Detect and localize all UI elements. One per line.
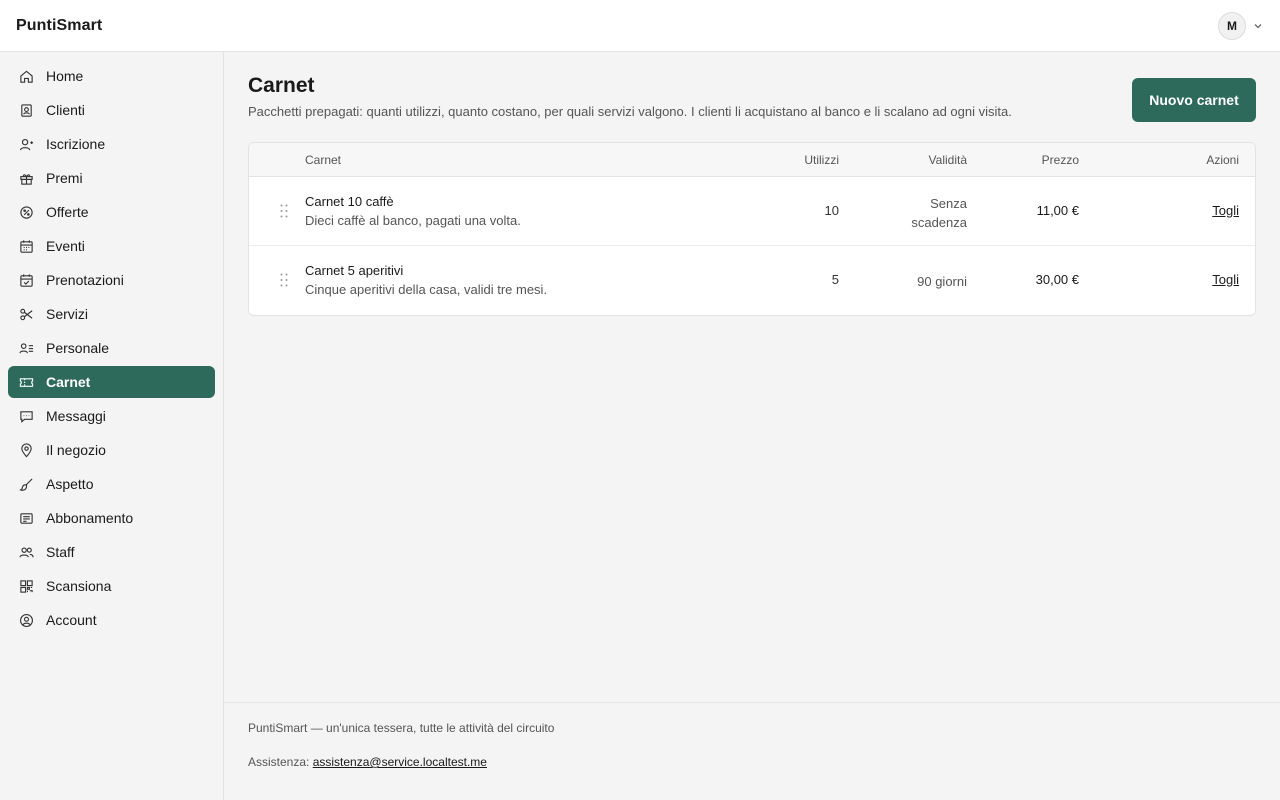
footer-tagline: PuntiSmart — un'unica tessera, tutte le … — [248, 721, 555, 735]
header-validity: Validità — [928, 153, 967, 167]
sidebar-item-abbonamento[interactable]: Abbonamento — [8, 502, 215, 534]
user-circle-icon — [18, 612, 34, 628]
message-icon — [18, 408, 34, 424]
sidebar-item-staff[interactable]: Staff — [8, 536, 215, 568]
sidebar-item-label: Iscrizione — [46, 136, 106, 152]
sidebar-item-il-negozio[interactable]: Il negozio — [8, 434, 215, 466]
sidebar-item-scansiona[interactable]: Scansiona — [8, 570, 215, 602]
user-menu[interactable]: M — [1218, 11, 1264, 40]
carnet-table: Carnet Utilizzi Validità Prezzo Azioni C… — [248, 142, 1256, 316]
sidebar-item-label: Staff — [46, 544, 75, 560]
header-actions: Azioni — [1206, 153, 1239, 167]
map-pin-icon — [18, 442, 34, 458]
brand-logo[interactable]: PuntiSmart — [16, 17, 102, 35]
support-email-link[interactable]: assistenza@service.localtest.me — [313, 755, 487, 769]
sidebar-item-iscrizione[interactable]: Iscrizione — [8, 128, 215, 160]
users-icon — [18, 544, 34, 560]
sidebar-item-label: Il negozio — [46, 442, 106, 458]
contacts-icon — [18, 102, 34, 118]
sidebar-item-label: Prenotazioni — [46, 272, 124, 288]
drag-handle-icon[interactable] — [279, 203, 291, 219]
main-content: Carnet Pacchetti prepagati: quanti utili… — [224, 52, 1280, 702]
sidebar-item-prenotazioni[interactable]: Prenotazioni — [8, 264, 215, 296]
avatar[interactable]: M — [1218, 11, 1246, 40]
sidebar-item-premi[interactable]: Premi — [8, 162, 215, 194]
sidebar-item-label: Clienti — [46, 102, 85, 118]
scissors-icon — [18, 306, 34, 322]
sidebar-item-servizi[interactable]: Servizi — [8, 298, 215, 330]
carnet-uses: 5 — [831, 272, 839, 287]
new-carnet-button[interactable]: Nuovo carnet — [1132, 78, 1256, 122]
sidebar-item-home[interactable]: Home — [8, 60, 215, 92]
carnet-name: Carnet 5 aperitivi — [305, 263, 404, 278]
home-icon — [18, 68, 34, 84]
gift-icon — [18, 170, 34, 186]
table-row: Carnet 10 caffè Dieci caffè al banco, pa… — [249, 177, 1255, 246]
user-plus-icon — [18, 136, 34, 152]
sidebar-item-label: Home — [46, 68, 84, 84]
sidebar-item-account[interactable]: Account — [8, 604, 215, 636]
sidebar-item-label: Abbonamento — [46, 510, 134, 526]
table-header: Carnet Utilizzi Validità Prezzo Azioni — [249, 143, 1255, 177]
sidebar-item-carnet[interactable]: Carnet — [8, 366, 215, 398]
qr-icon — [18, 578, 34, 594]
remove-link[interactable]: Togli — [1212, 272, 1239, 287]
carnet-description: Dieci caffè al banco, pagati una volta. — [305, 213, 521, 228]
sidebar-item-label: Account — [46, 612, 97, 628]
percent-badge-icon — [18, 204, 34, 220]
calendar-icon — [18, 238, 34, 254]
carnet-price: 30,00 € — [1035, 272, 1079, 287]
sidebar-item-label: Eventi — [46, 238, 85, 254]
sidebar-item-messaggi[interactable]: Messaggi — [8, 400, 215, 432]
sidebar-item-label: Personale — [46, 340, 110, 356]
page-title: Carnet — [248, 74, 315, 97]
sidebar-item-label: Offerte — [46, 204, 89, 220]
calendar-check-icon — [18, 272, 34, 288]
sidebar: Home Clienti Iscrizione Premi Offerte Ev… — [0, 52, 224, 800]
sidebar-item-label: Carnet — [46, 374, 91, 390]
chevron-down-icon[interactable] — [1252, 20, 1264, 32]
header-carnet: Carnet — [305, 153, 342, 167]
sidebar-item-eventi[interactable]: Eventi — [8, 230, 215, 262]
sidebar-item-personale[interactable]: Personale — [8, 332, 215, 364]
support-label: Assistenza: — [248, 755, 310, 769]
remove-link[interactable]: Togli — [1212, 203, 1239, 218]
sidebar-item-offerte[interactable]: Offerte — [8, 196, 215, 228]
header-uses: Utilizzi — [804, 153, 839, 167]
user-list-icon — [18, 340, 34, 356]
brush-icon — [18, 476, 34, 492]
carnet-name: Carnet 10 caffè — [305, 194, 394, 209]
carnet-validity: Senza scadenza — [911, 196, 967, 230]
carnet-uses: 10 — [824, 203, 839, 218]
carnet-price: 11,00 € — [1036, 203, 1079, 218]
sidebar-item-label: Premi — [46, 170, 83, 186]
sidebar-item-clienti[interactable]: Clienti — [8, 94, 215, 126]
carnet-validity: 90 giorni — [917, 274, 967, 289]
top-bar: PuntiSmart M — [0, 0, 1280, 52]
header-price: Prezzo — [1041, 153, 1079, 167]
sidebar-item-label: Servizi — [46, 306, 89, 322]
footer: PuntiSmart — un'unica tessera, tutte le … — [224, 702, 1280, 800]
page-description: Pacchetti prepagati: quanti utilizzi, qu… — [248, 104, 1012, 119]
ticket-icon — [18, 374, 34, 390]
sidebar-item-aspetto[interactable]: Aspetto — [8, 468, 215, 500]
sidebar-item-label: Aspetto — [46, 476, 94, 492]
drag-handle-icon[interactable] — [279, 272, 291, 288]
carnet-description: Cinque aperitivi della casa, validi tre … — [305, 282, 548, 297]
table-row: Carnet 5 aperitivi Cinque aperitivi dell… — [249, 246, 1255, 315]
sidebar-item-label: Messaggi — [46, 408, 106, 424]
footer-support: Assistenza: assistenza@service.localtest… — [248, 755, 487, 769]
receipt-icon — [18, 510, 34, 526]
sidebar-item-label: Scansiona — [46, 578, 112, 594]
